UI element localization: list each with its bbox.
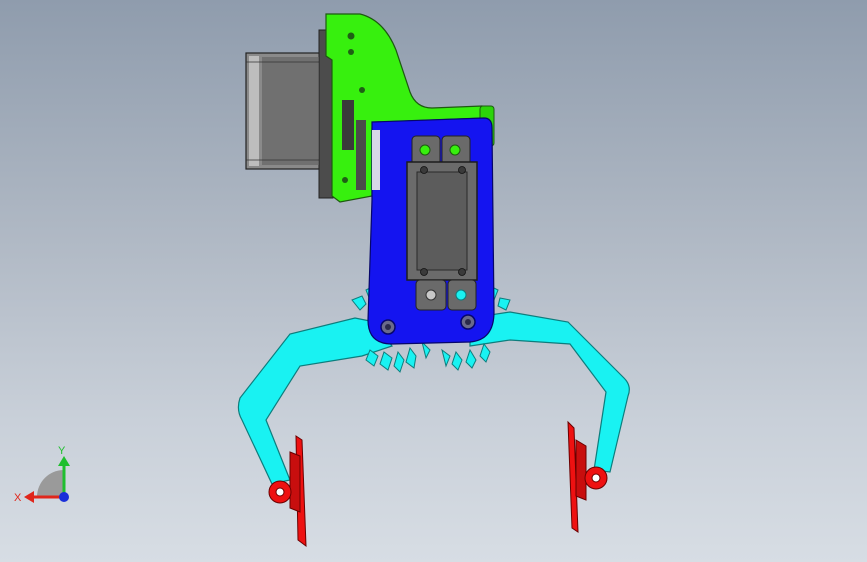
x-axis-label: X <box>14 492 22 504</box>
y-axis-label: Y <box>58 445 66 457</box>
gripper-model[interactable]: Y X <box>0 0 867 562</box>
servo-assembly[interactable] <box>406 135 478 311</box>
cad-viewport[interactable]: Y X <box>0 0 867 562</box>
z-axis-dot <box>59 492 69 502</box>
triad-plane-icon <box>37 470 64 497</box>
orientation-triad: Y X <box>14 445 70 504</box>
